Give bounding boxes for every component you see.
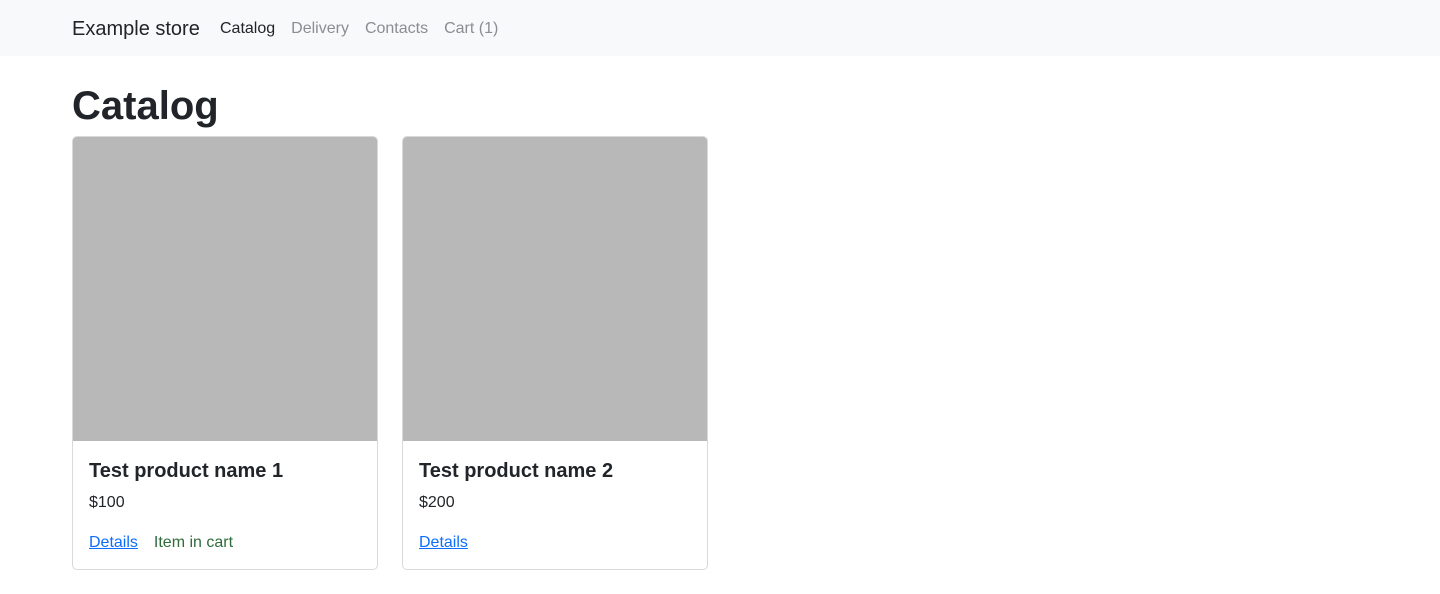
product-actions: Details	[419, 533, 468, 553]
navbar-menu: Catalog Delivery Contacts Cart (1)	[220, 18, 498, 40]
product-image-placeholder	[73, 137, 377, 441]
nav-delivery-link[interactable]: Delivery	[291, 18, 349, 40]
product-title: Test product name 1	[89, 460, 284, 482]
product-price: $200	[419, 494, 455, 511]
product-actions: Details Item in cart	[89, 533, 233, 553]
details-link[interactable]: Details	[89, 533, 138, 553]
details-link[interactable]: Details	[419, 533, 468, 553]
product-price: $100	[89, 494, 125, 511]
item-in-cart-status: Item in cart	[153, 534, 234, 551]
store-brand-link[interactable]: Example store	[72, 16, 200, 42]
product-card: Test product name 2 $200 Details	[402, 136, 708, 570]
product-card: Test product name 1 $100 Details Item in…	[72, 136, 378, 570]
product-title: Test product name 2	[419, 460, 614, 482]
nav-catalog-link[interactable]: Catalog	[220, 18, 275, 40]
nav-cart-link[interactable]: Cart (1)	[444, 18, 498, 40]
navbar: Example store Catalog Delivery Contacts …	[0, 0, 1440, 56]
page-title: Catalog	[72, 84, 219, 128]
nav-contacts-link[interactable]: Contacts	[365, 18, 428, 40]
product-image-placeholder	[403, 137, 707, 441]
